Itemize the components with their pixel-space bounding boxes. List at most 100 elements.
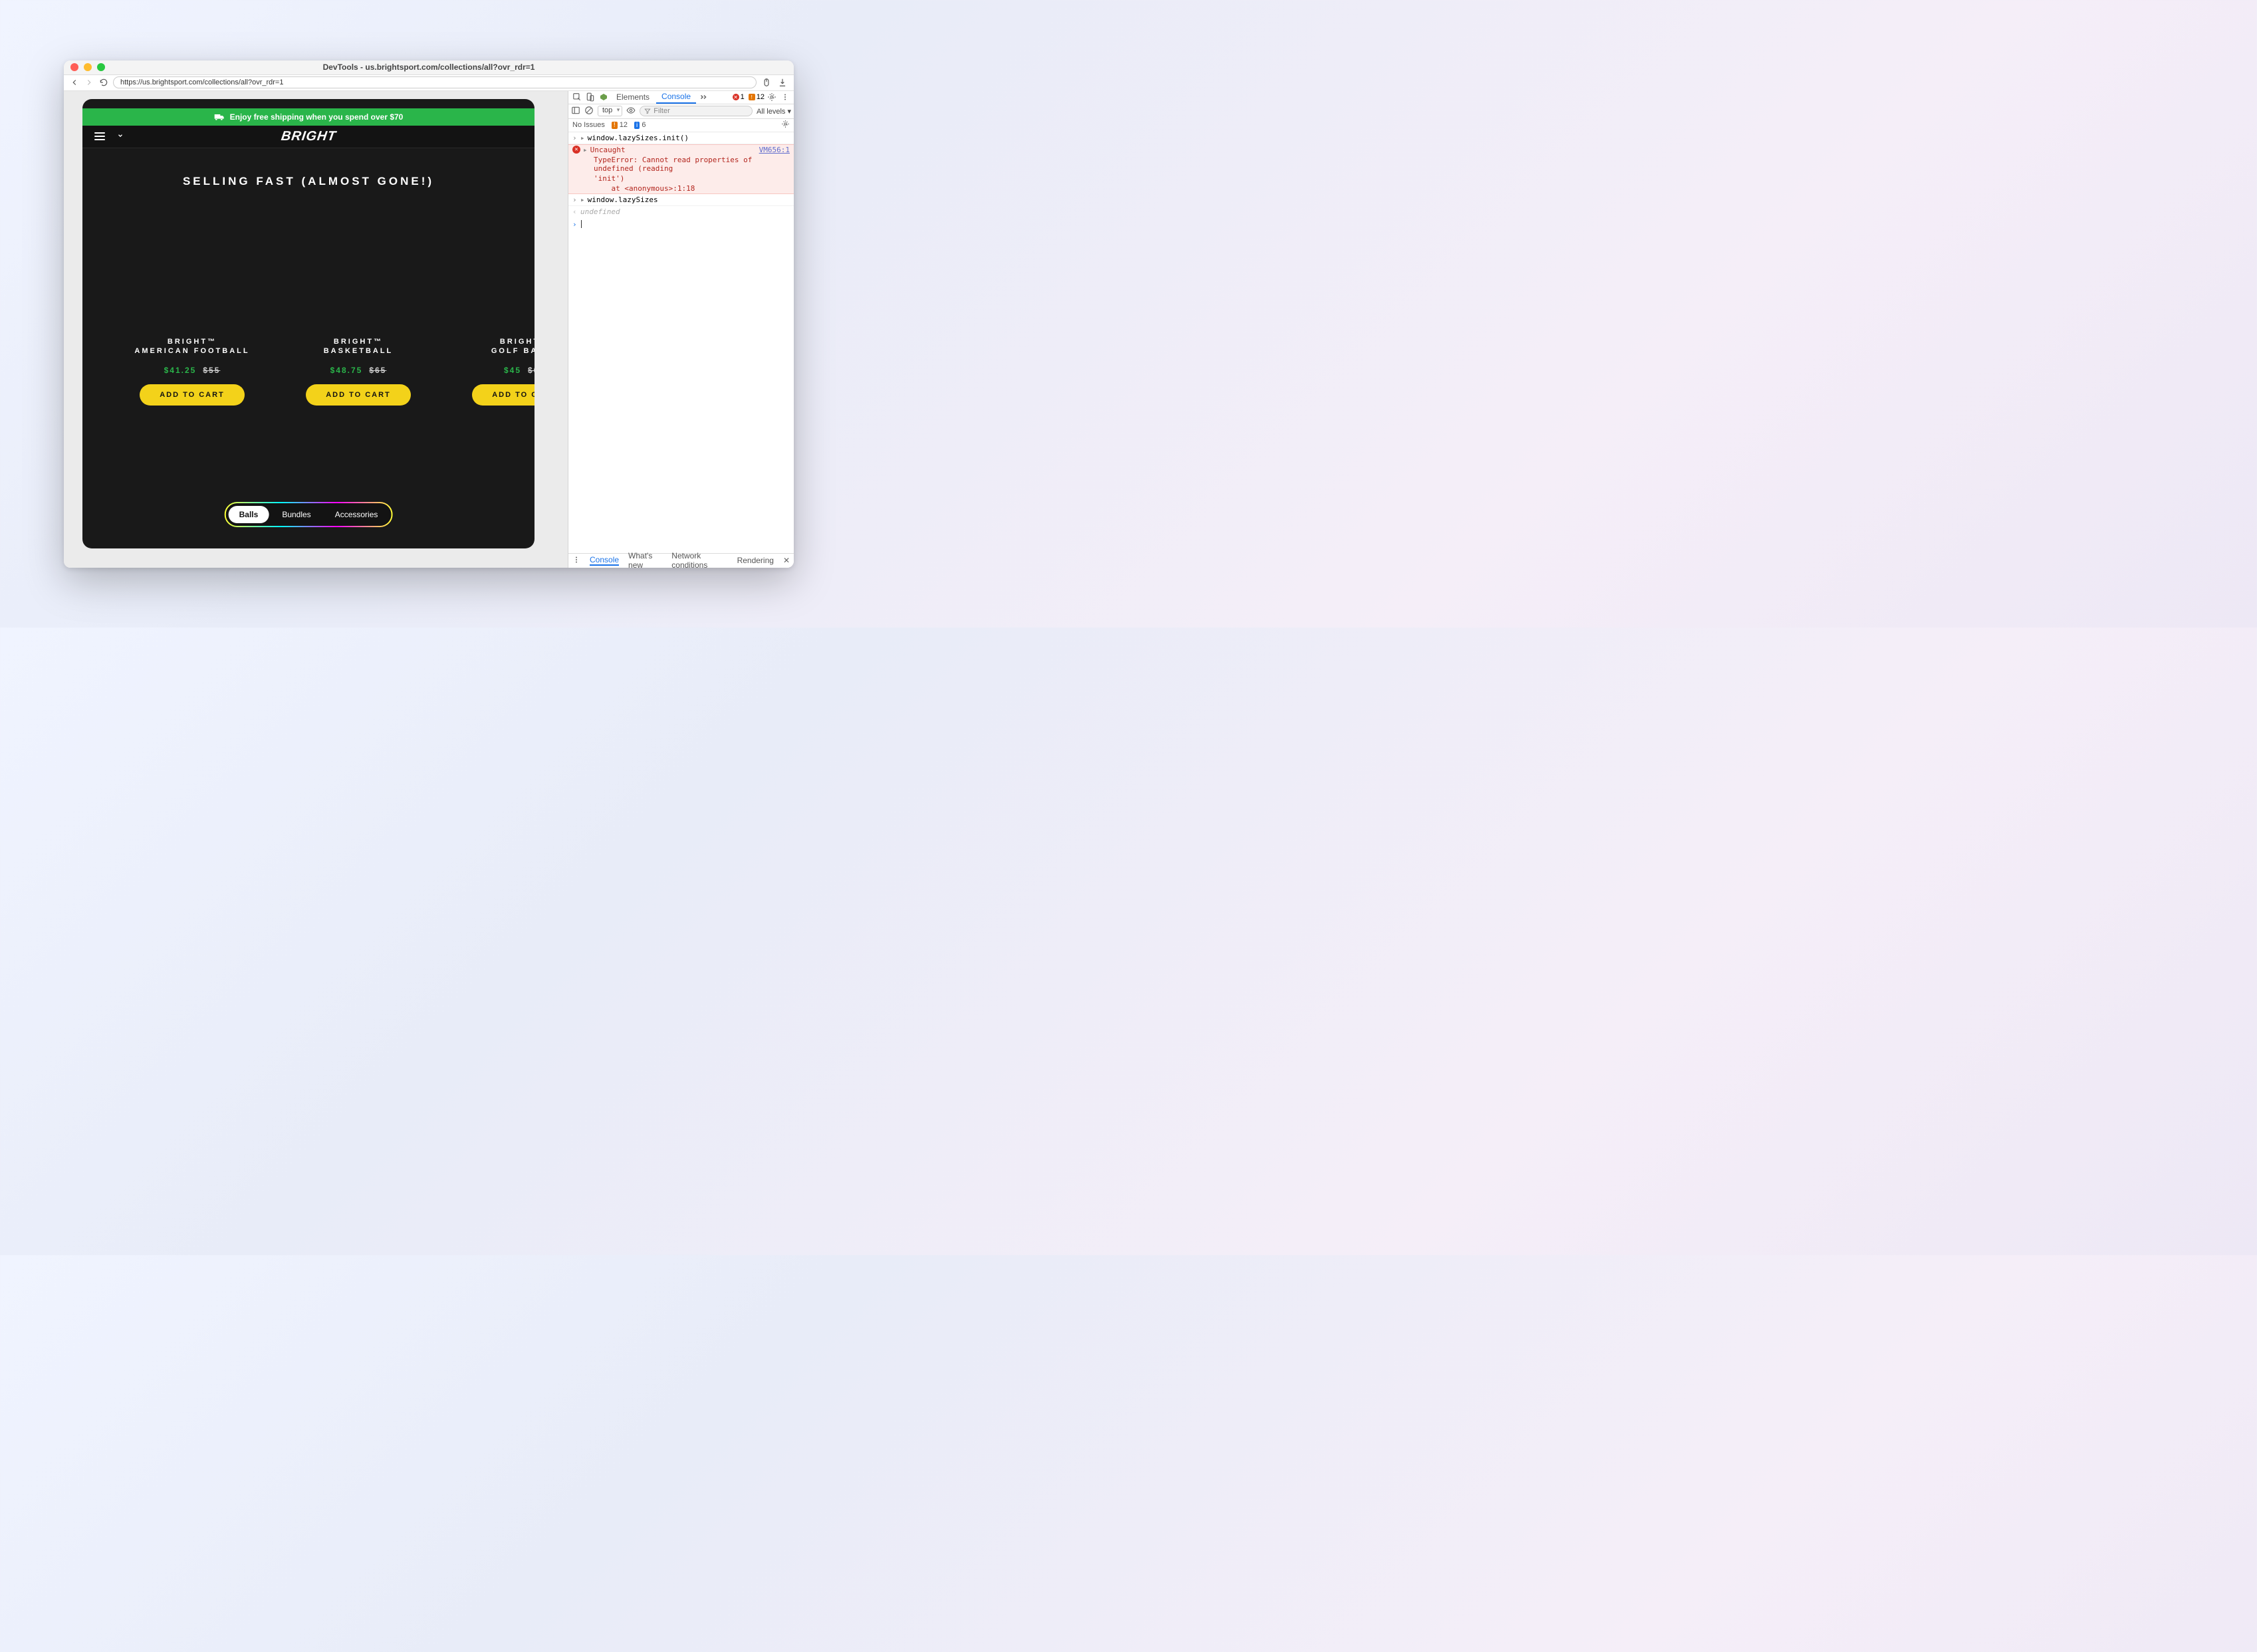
console-text: window.lazySizes (588, 195, 658, 204)
product-compare-price: $55 (203, 366, 220, 375)
live-expression-icon[interactable] (626, 106, 636, 117)
chevron-down-icon[interactable] (117, 130, 124, 142)
product-carousel: BRIGHT™ AMERICAN FOOTBALL $41.25 $55 ADD… (82, 338, 535, 406)
filter-input[interactable]: Filter (640, 106, 753, 116)
error-location-link[interactable]: VM656:1 (759, 146, 790, 154)
traffic-lights (70, 63, 105, 71)
site-header: BRIGHT (82, 126, 535, 148)
product-card: BRIGHT™ BASKETBALL $48.75 $65 ADD TO CAR… (295, 338, 421, 406)
product-price: $41.25 (164, 366, 197, 375)
error-icon: ✕ (572, 146, 580, 154)
console-undefined: undefined (580, 207, 620, 216)
page-viewport: Enjoy free shipping when you spend over … (64, 91, 568, 568)
window-title: DevTools - us.brightsport.com/collection… (64, 62, 794, 72)
drawer-tab-network-conditions[interactable]: Network conditions (671, 551, 727, 568)
tab-elements[interactable]: Elements (611, 91, 655, 103)
website: Enjoy free shipping when you spend over … (82, 99, 535, 548)
product-compare-price: $60 (528, 366, 535, 375)
brand-logo[interactable]: BRIGHT (280, 129, 337, 144)
warning-count: 12 (757, 93, 765, 101)
nav-forward-button[interactable] (84, 77, 94, 88)
product-price: $45 (504, 366, 521, 375)
product-brand: BRIGHT™ (500, 338, 535, 346)
error-body: TypeError: Cannot read properties of und… (594, 156, 790, 173)
context-selector[interactable]: top (598, 106, 622, 116)
console-output[interactable]: › ▸ window.lazySizes.init() ✕ ▸ Uncaught… (568, 132, 794, 553)
sidebar-toggle-icon[interactable] (571, 106, 580, 117)
device-toolbar-icon[interactable] (584, 91, 596, 103)
issues-bar: No Issues ! 12 i 6 (568, 119, 794, 132)
error-trace: at <anonymous>:1:18 (594, 184, 790, 193)
error-head: Uncaught (590, 146, 759, 154)
console-toolbar: top Filter All levels ▾ (568, 104, 794, 119)
window-minimize[interactable] (84, 63, 92, 71)
shipping-banner: Enjoy free shipping when you spend over … (82, 108, 535, 126)
add-to-cart-button[interactable]: ADD TO CART (472, 384, 535, 406)
chevron-right-icon: › (572, 195, 578, 204)
titlebar: DevTools - us.brightsport.com/collection… (64, 60, 794, 75)
log-levels-selector[interactable]: All levels ▾ (757, 107, 791, 116)
product-brand: BRIGHT™ (334, 338, 383, 346)
extension-icon[interactable] (598, 91, 610, 103)
close-drawer-icon[interactable]: ✕ (783, 556, 790, 565)
nav-back-button[interactable] (69, 77, 80, 88)
truck-icon (214, 113, 225, 121)
add-to-cart-button[interactable]: ADD TO CART (306, 384, 411, 406)
console-text: window.lazySizes.init() (588, 134, 689, 142)
console-log-row: › ▸ window.lazySizes.init() (568, 132, 794, 144)
category-pills: Balls Bundles Accessories (225, 502, 393, 527)
reload-button[interactable] (98, 77, 109, 88)
info-chip: i (634, 122, 640, 129)
warn-chip: ! (612, 122, 618, 129)
section-heading: SELLING FAST (ALMOST GONE!) (82, 175, 535, 188)
url-field[interactable]: https://us.brightsport.com/collections/a… (113, 76, 757, 88)
product-name: BASKETBALL (324, 347, 394, 355)
warn-chip-count: 12 (620, 121, 628, 129)
console-settings-icon[interactable] (781, 120, 790, 130)
product-name: GOLF BALLS (491, 347, 535, 355)
devtools-panel: Elements Console ✕1 !12 (568, 91, 794, 568)
chevron-right-icon: › (572, 220, 577, 229)
product-compare-price: $65 (369, 366, 386, 375)
add-to-cart-button[interactable]: ADD TO CART (140, 384, 245, 406)
devtools-drawer-tabs: Console What's new Network conditions Re… (568, 553, 794, 568)
more-tabs-icon[interactable] (697, 91, 709, 103)
drawer-tab-whatsnew[interactable]: What's new (628, 551, 662, 568)
address-bar: https://us.brightsport.com/collections/a… (64, 75, 794, 91)
console-error-row: ✕ ▸ Uncaught VM656:1 TypeError: Cannot r… (568, 144, 794, 194)
inspect-element-icon[interactable] (571, 91, 583, 103)
kebab-menu-icon[interactable] (572, 556, 580, 566)
shipping-banner-text: Enjoy free shipping when you spend over … (230, 112, 404, 122)
warning-count-badge[interactable]: !12 (749, 93, 765, 101)
tab-console[interactable]: Console (656, 91, 696, 104)
error-body: 'init') (594, 174, 790, 183)
devtools-toolbar: Elements Console ✕1 !12 (568, 91, 794, 104)
window-close[interactable] (70, 63, 78, 71)
product-brand: BRIGHT™ (168, 338, 217, 346)
console-log-row: › ▸ window.lazySizes (568, 194, 794, 206)
product-price: $48.75 (330, 366, 363, 375)
pill-bundles[interactable]: Bundles (271, 506, 321, 523)
console-return-row: ‹ undefined (568, 206, 794, 217)
product-card: BRIGHT™ GOLF BALLS $45 $60 ADD TO CART (461, 338, 535, 406)
chevron-right-icon: › (572, 134, 578, 142)
pill-accessories[interactable]: Accessories (324, 506, 389, 523)
console-prompt[interactable]: › (568, 217, 794, 231)
product-name: AMERICAN FOOTBALL (134, 347, 249, 355)
window-maximize[interactable] (97, 63, 105, 71)
filter-placeholder: Filter (653, 107, 669, 115)
issues-label: No Issues (572, 121, 605, 129)
product-card: BRIGHT™ AMERICAN FOOTBALL $41.25 $55 ADD… (129, 338, 255, 406)
info-chip-count: 6 (642, 121, 646, 129)
error-count-badge[interactable]: ✕1 (733, 93, 745, 101)
settings-gear-icon[interactable] (766, 91, 778, 103)
drawer-tab-console[interactable]: Console (590, 555, 619, 566)
pill-balls[interactable]: Balls (229, 506, 269, 523)
mouse-icon[interactable] (761, 76, 772, 88)
clear-console-icon[interactable] (584, 106, 594, 117)
devtools-window: DevTools - us.brightsport.com/collection… (64, 60, 794, 568)
drawer-tab-rendering[interactable]: Rendering (737, 556, 774, 565)
hamburger-menu[interactable] (94, 132, 105, 140)
download-icon[interactable] (776, 76, 788, 88)
kebab-menu-icon[interactable] (779, 91, 791, 103)
